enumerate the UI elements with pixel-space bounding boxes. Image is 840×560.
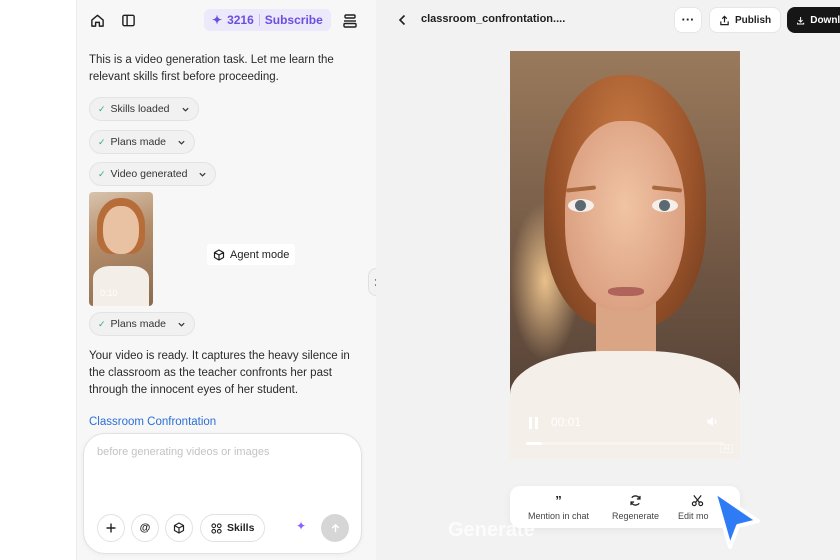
back-button[interactable]	[394, 12, 410, 28]
assistant-message: This is a video generation task. Let me …	[89, 54, 334, 83]
send-button[interactable]	[321, 514, 349, 542]
mention-in-chat-button[interactable]: ” Mention in chat	[528, 493, 590, 522]
stack-menu-icon[interactable]	[341, 12, 358, 29]
arrow-up-icon	[331, 523, 339, 532]
download-label: Download	[810, 14, 840, 26]
action-label: Regenerate	[612, 511, 660, 521]
pointer-cursor-icon	[708, 487, 762, 558]
publish-label: Publish	[735, 14, 772, 26]
chevron-down-icon	[181, 105, 190, 114]
credits-pill[interactable]: ✦ 3216 Subscribe	[204, 9, 331, 31]
video-generated-chip[interactable]: ✓ Video generated	[89, 162, 217, 186]
cube-icon	[173, 522, 185, 534]
ellipsis-icon: ···	[681, 12, 695, 27]
video-thumbnail[interactable]: 0:10	[89, 192, 153, 306]
check-icon: ✓	[98, 136, 106, 147]
chat-composer[interactable]: before generating videos or images @ Ski…	[83, 433, 362, 554]
video-duration: 0:10	[100, 288, 118, 298]
chevron-down-icon	[198, 170, 207, 179]
action-bar: ” Mention in chat Regenerate Edit mo	[510, 486, 740, 528]
chevron-down-icon	[177, 138, 186, 147]
chevron-left-icon	[398, 14, 405, 26]
progress-bar[interactable]	[526, 442, 724, 445]
video-link[interactable]: Classroom Confrontation	[89, 416, 216, 428]
subscribe-button[interactable]: Subscribe	[265, 13, 323, 27]
check-icon: ✓	[98, 103, 106, 114]
tooltip-label: Agent mode	[230, 248, 290, 261]
more-options-button[interactable]: ···	[674, 7, 702, 33]
share-icon	[720, 15, 729, 25]
mention-button[interactable]: @	[131, 514, 159, 542]
divider	[258, 14, 260, 26]
download-button[interactable]: Download	[787, 7, 840, 33]
chevron-down-icon	[177, 320, 186, 329]
at-sign-icon: @	[139, 522, 151, 534]
chat-header: ✦ 3216 Subscribe	[77, 0, 377, 42]
add-button[interactable]	[97, 514, 125, 542]
grid-icon	[211, 522, 222, 534]
edit-mode-button[interactable]: Edit mo	[678, 494, 709, 521]
cube-icon	[213, 248, 225, 261]
assistant-result-message: Your video is ready. It captures the hea…	[89, 350, 350, 396]
skills-button[interactable]: Skills	[200, 514, 266, 542]
action-label: Edit mo	[678, 511, 709, 521]
sidebar-toggle-icon[interactable]	[120, 12, 136, 28]
skills-label: Skills	[227, 522, 255, 534]
chat-panel: ✦ 3216 Subscribe This is a video generat…	[76, 0, 376, 560]
sparkle-icon: ✦	[212, 13, 223, 27]
left-gutter	[0, 0, 76, 560]
publish-button[interactable]: Publish	[709, 7, 782, 33]
download-icon	[797, 16, 805, 24]
chip-label: Plans made	[110, 136, 166, 148]
quote-icon: ”	[555, 493, 562, 508]
agent-mode-button[interactable]	[165, 514, 193, 542]
sparkle-icon[interactable]: ✦	[296, 519, 306, 533]
chip-label: Plans made	[110, 318, 166, 330]
credits-count: 3216	[227, 13, 254, 27]
home-icon[interactable]	[89, 12, 105, 28]
plus-icon	[106, 523, 116, 533]
ai-watermark: AI	[720, 444, 733, 453]
action-label: Mention in chat	[528, 511, 590, 521]
video-player[interactable]: 00:01 AI	[510, 51, 740, 459]
chip-label: Video generated	[110, 168, 188, 180]
current-time: 00:01	[551, 415, 582, 429]
file-title: classroom_confrontation....	[421, 13, 566, 25]
progress-fill	[526, 442, 542, 445]
generate-ghost-label: Generate	[448, 519, 535, 541]
skills-loaded-chip[interactable]: ✓ Skills loaded	[89, 97, 199, 121]
volume-icon[interactable]	[706, 415, 719, 433]
check-icon: ✓	[98, 168, 106, 179]
composer-placeholder: before generating videos or images	[97, 446, 270, 458]
preview-panel: classroom_confrontation.... ··· Publish …	[376, 0, 840, 560]
plans-made-chip[interactable]: ✓ Plans made	[89, 312, 195, 336]
scissors-icon	[691, 494, 704, 508]
chip-label: Skills loaded	[110, 103, 170, 115]
agent-mode-tooltip: Agent mode	[207, 244, 296, 265]
regenerate-button[interactable]: Regenerate	[612, 494, 659, 521]
pause-icon[interactable]	[529, 417, 541, 429]
refresh-icon	[629, 494, 642, 508]
plans-made-chip[interactable]: ✓ Plans made	[89, 130, 195, 154]
check-icon: ✓	[98, 318, 106, 329]
